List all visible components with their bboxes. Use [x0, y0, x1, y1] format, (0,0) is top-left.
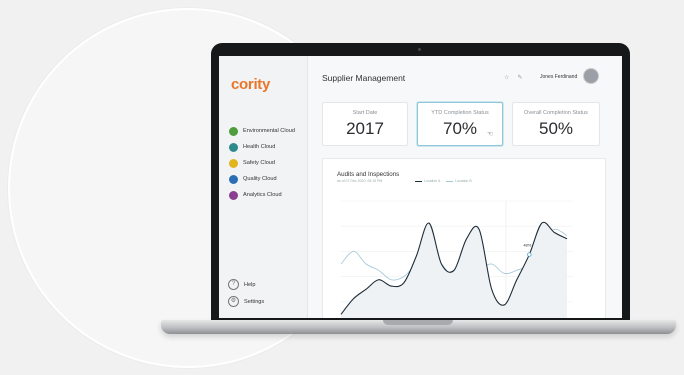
- chart-title: Audits and Inspections: [337, 171, 400, 178]
- audits-chart-card: 48% Audits and Inspections as of 07 Dec …: [322, 158, 606, 318]
- laptop-notch: [383, 320, 453, 325]
- health-cloud-icon: [229, 142, 238, 152]
- start-date-card: Start Date 2017: [322, 102, 408, 146]
- card-value: 2017: [346, 119, 384, 138]
- safety-cloud-icon: [229, 158, 238, 168]
- sidebar: cority Environmental Cloud Health Cloud …: [219, 56, 308, 318]
- laptop-base: [161, 320, 676, 334]
- laptop-lid: cority Environmental Cloud Health Cloud …: [211, 43, 630, 324]
- page-title: Supplier Management: [322, 73, 406, 83]
- analytics-cloud-icon: [229, 190, 238, 200]
- camera-icon: [418, 48, 421, 51]
- notification-icon[interactable]: ☆: [504, 75, 509, 81]
- sidebar-item-health-cloud[interactable]: Health Cloud: [229, 139, 295, 155]
- sidebar-item-label: Health Cloud: [243, 144, 276, 150]
- laptop-screen: cority Environmental Cloud Health Cloud …: [219, 56, 622, 318]
- avatar[interactable]: [583, 68, 599, 84]
- card-value: 50%: [538, 119, 574, 138]
- chart-legend: Location A Location B: [415, 179, 472, 183]
- legend-swatch-b: [446, 180, 454, 182]
- legend-label-a: Location A: [424, 179, 441, 183]
- user-name[interactable]: Jones Ferdinand: [540, 74, 577, 80]
- sidebar-item-label: Environmental Cloud: [243, 128, 295, 134]
- help-link[interactable]: ? Help: [228, 276, 264, 293]
- brand-logo[interactable]: cority: [231, 76, 270, 93]
- quality-cloud-icon: [229, 174, 238, 184]
- data-point-marker[interactable]: [527, 252, 532, 257]
- card-label: Overall Completion Status: [524, 110, 588, 116]
- card-label: Start Date: [352, 110, 378, 116]
- sidebar-item-label: Quality Cloud: [243, 176, 277, 182]
- main-content: Supplier Management ☆ ✎ Jones Ferdinand S…: [308, 56, 622, 318]
- sidebar-item-label: Analytics Cloud: [243, 192, 282, 198]
- chart-subtitle: as of 07 Dec 2020, 09:15 PM: [337, 179, 383, 183]
- legend-swatch-a: [415, 180, 422, 182]
- sidebar-bottom-nav: ? Help ⚙ Settings: [228, 276, 264, 310]
- settings-label: Settings: [244, 298, 265, 305]
- settings-icon: ⚙: [228, 296, 239, 307]
- help-label: Help: [244, 281, 256, 288]
- ytd-completion-card[interactable]: YTD Completion Status 70% ☜: [417, 102, 503, 146]
- help-icon: ?: [228, 279, 239, 290]
- environmental-cloud-icon: [229, 126, 238, 136]
- sidebar-item-label: Safety Cloud: [243, 160, 276, 166]
- sidebar-item-quality-cloud[interactable]: Quality Cloud: [229, 171, 295, 187]
- sidebar-item-environmental-cloud[interactable]: Environmental Cloud: [229, 123, 295, 139]
- settings-link[interactable]: ⚙ Settings: [228, 293, 264, 310]
- overall-completion-card: Overall Completion Status 50%: [512, 102, 600, 146]
- sidebar-nav: Environmental Cloud Health Cloud Safety …: [229, 123, 295, 203]
- card-label: YTD Completion Status: [431, 110, 489, 116]
- sidebar-item-safety-cloud[interactable]: Safety Cloud: [229, 155, 295, 171]
- legend-label-b: Location B: [455, 179, 472, 183]
- sidebar-item-analytics-cloud[interactable]: Analytics Cloud: [229, 187, 295, 203]
- edit-icon[interactable]: ✎: [517, 75, 522, 81]
- data-label: 48%: [523, 243, 531, 248]
- cursor-icon: ☜: [487, 131, 494, 138]
- header-icons: ☆ ✎: [504, 74, 530, 81]
